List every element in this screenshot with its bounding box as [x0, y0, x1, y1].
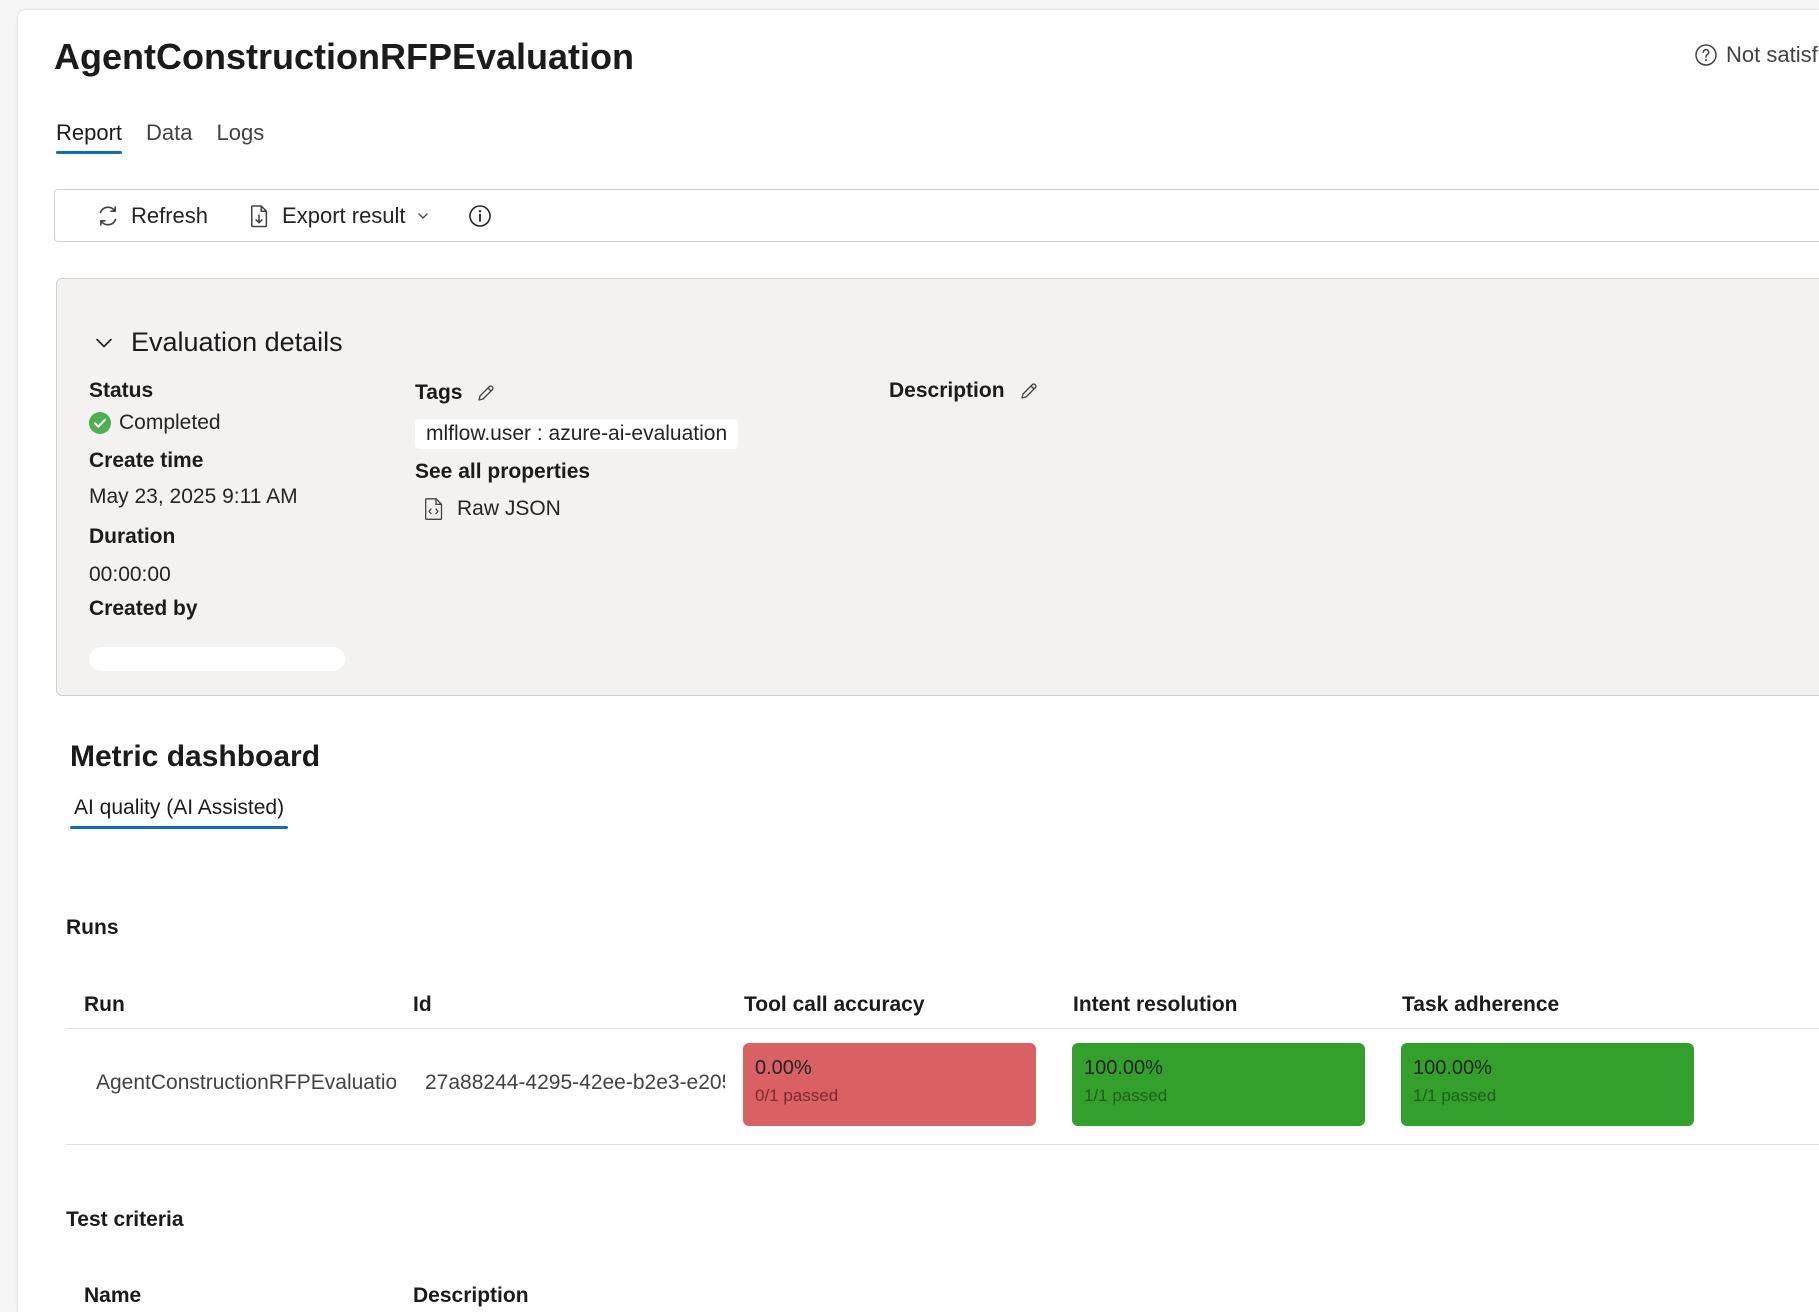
column-header-tool-call-accuracy: Tool call accuracy — [744, 993, 925, 1016]
task-adherence-value: 100.00% — [1413, 1057, 1492, 1079]
create-time-value: May 23, 2025 9:11 AM — [89, 485, 298, 508]
refresh-label: Refresh — [131, 202, 209, 228]
raw-json-link[interactable]: Raw JSON — [423, 497, 561, 521]
created-by-label: Created by — [89, 597, 198, 620]
edit-pencil-icon[interactable] — [1019, 381, 1039, 401]
status-value: Completed — [119, 411, 221, 434]
feedback-button[interactable]: Not satisf — [1694, 42, 1818, 68]
tab-bar: Report Data Logs — [56, 120, 264, 154]
create-time-label: Create time — [89, 449, 204, 472]
column-header-task-adherence: Task adherence — [1402, 993, 1560, 1016]
intent-resolution-value: 100.00% — [1084, 1057, 1163, 1079]
export-result-button[interactable]: Export result — [246, 203, 430, 229]
json-document-icon — [423, 497, 445, 521]
status-badge: Completed — [89, 411, 221, 435]
status-label: Status — [89, 379, 154, 402]
tool-call-accuracy-passed: 0/1 passed — [755, 1086, 839, 1105]
created-by-redacted — [89, 647, 345, 671]
tool-call-accuracy-value: 0.00% — [755, 1057, 812, 1079]
check-circle-icon — [89, 412, 111, 434]
metric-dashboard-title: Metric dashboard — [70, 740, 321, 773]
description-label: Description — [889, 379, 1005, 402]
tool-call-accuracy-metric[interactable]: 0.00% 0/1 passed — [743, 1043, 1036, 1126]
duration-label: Duration — [89, 525, 176, 548]
tab-ai-quality[interactable]: AI quality (AI Assisted) — [70, 796, 289, 829]
column-header-intent-resolution: Intent resolution — [1073, 993, 1238, 1016]
export-result-label: Export result — [282, 202, 406, 228]
main-panel: AgentConstructionRFPEvaluation Not satis… — [18, 10, 1819, 1312]
column-header-name: Name — [84, 1284, 142, 1307]
intent-resolution-metric[interactable]: 100.00% 1/1 passed — [1072, 1043, 1365, 1126]
edit-pencil-icon[interactable] — [476, 383, 496, 403]
toolbar: Refresh Export result — [54, 189, 1819, 242]
column-header-id: Id — [413, 993, 432, 1016]
run-id-cell: 27a88244-4295-42ee-b2e3-e205 — [425, 1071, 725, 1094]
tags-label: Tags — [415, 381, 463, 404]
intent-resolution-passed: 1/1 passed — [1084, 1086, 1168, 1105]
evaluation-details-panel: Evaluation details Status Completed Crea… — [56, 278, 1819, 696]
runs-section-label: Runs — [66, 916, 119, 939]
info-button[interactable] — [468, 204, 492, 228]
tab-data[interactable]: Data — [146, 120, 192, 154]
tab-logs[interactable]: Logs — [217, 120, 265, 154]
raw-json-label: Raw JSON — [457, 497, 561, 520]
refresh-button[interactable]: Refresh — [95, 203, 208, 229]
test-criteria-section-label: Test criteria — [66, 1208, 184, 1231]
table-divider — [66, 1144, 1819, 1145]
column-header-run: Run — [84, 993, 125, 1016]
duration-value: 00:00:00 — [89, 563, 171, 586]
info-icon — [468, 204, 492, 228]
evaluation-details-toggle[interactable]: Evaluation details — [93, 327, 343, 358]
tag-chip: mlflow.user : azure-ai-evaluation — [415, 419, 739, 449]
tab-report[interactable]: Report — [56, 120, 123, 154]
help-circle-icon — [1694, 43, 1718, 67]
evaluation-details-heading: Evaluation details — [131, 327, 343, 357]
chevron-down-icon — [416, 209, 430, 223]
feedback-label: Not satisf — [1726, 42, 1818, 67]
refresh-icon — [95, 203, 121, 229]
task-adherence-metric[interactable]: 100.00% 1/1 passed — [1401, 1043, 1694, 1126]
chevron-collapse-icon — [93, 332, 115, 354]
run-name-cell[interactable]: AgentConstructionRFPEvaluatior — [96, 1071, 396, 1095]
tags-header: Tags — [415, 381, 496, 405]
export-document-icon — [246, 203, 272, 229]
table-divider — [66, 1028, 1819, 1029]
page-title: AgentConstructionRFPEvaluation — [54, 36, 635, 77]
column-header-description: Description — [413, 1284, 529, 1307]
description-header: Description — [889, 379, 1039, 403]
task-adherence-passed: 1/1 passed — [1413, 1086, 1497, 1105]
see-all-properties-link[interactable]: See all properties — [415, 460, 590, 484]
